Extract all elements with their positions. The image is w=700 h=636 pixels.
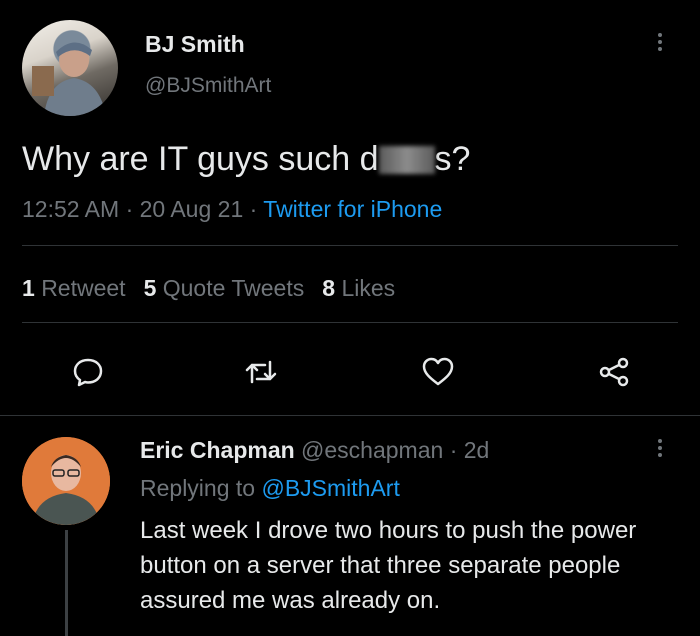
- tweet-source[interactable]: Twitter for iPhone: [263, 196, 442, 222]
- divider: [22, 322, 678, 323]
- avatar-bj-smith[interactable]: [22, 20, 118, 116]
- like-button[interactable]: [420, 354, 456, 390]
- meta-separator: ·: [449, 437, 458, 463]
- reply-icon: [73, 358, 103, 387]
- share-icon: [599, 357, 629, 387]
- meta-separator: ·: [125, 196, 134, 222]
- tweet-time[interactable]: 12:52 AM: [22, 196, 119, 222]
- tweet-meta: 12:52 AM · 20 Aug 21 · Twitter for iPhon…: [22, 196, 442, 223]
- author-name[interactable]: BJ Smith: [145, 31, 245, 58]
- tweet-text: Why are IT guys such d s?: [22, 140, 470, 179]
- reply-more-options-icon[interactable]: [650, 436, 670, 466]
- tweet-text-start: Why are IT guys such d: [22, 140, 379, 178]
- avatar-photo-icon: [22, 437, 110, 525]
- reply-button[interactable]: [70, 354, 106, 390]
- reply-header: Eric Chapman @eschapman · 2d: [140, 437, 489, 464]
- reply-author-name[interactable]: Eric Chapman: [140, 437, 295, 463]
- author-handle[interactable]: @BJSmithArt: [145, 74, 271, 98]
- share-button[interactable]: [596, 354, 632, 390]
- likes-stat[interactable]: 8 Likes: [322, 275, 395, 301]
- tweet-text-end: s?: [434, 140, 471, 178]
- quotes-stat[interactable]: 5 Quote Tweets: [144, 275, 305, 301]
- reply-author-handle[interactable]: @eschapman: [301, 437, 443, 463]
- retweets-stat[interactable]: 1 Retweet: [22, 275, 126, 301]
- like-icon: [422, 357, 454, 386]
- avatar-eric-chapman[interactable]: [22, 437, 110, 525]
- avatar-photo-icon: [32, 42, 106, 116]
- replying-label: Replying to: [140, 475, 256, 501]
- reply-text: Last week I drove two hours to push the …: [140, 517, 637, 614]
- divider: [22, 245, 678, 246]
- tweet-date[interactable]: 20 Aug 21: [140, 196, 244, 222]
- section-divider: [0, 415, 700, 416]
- replying-to: Replying to @BJSmithArt: [140, 475, 400, 502]
- more-options-icon[interactable]: [650, 30, 670, 60]
- censored-blur: [378, 146, 435, 174]
- thread-line: [65, 530, 68, 636]
- engagement-stats: 1 Retweet 5 Quote Tweets 8 Likes: [22, 275, 395, 302]
- retweet-icon: [245, 360, 277, 384]
- retweet-button[interactable]: [243, 354, 279, 390]
- reply-age[interactable]: 2d: [464, 437, 490, 463]
- meta-separator: ·: [249, 196, 258, 222]
- replying-handle[interactable]: @BJSmithArt: [261, 475, 399, 501]
